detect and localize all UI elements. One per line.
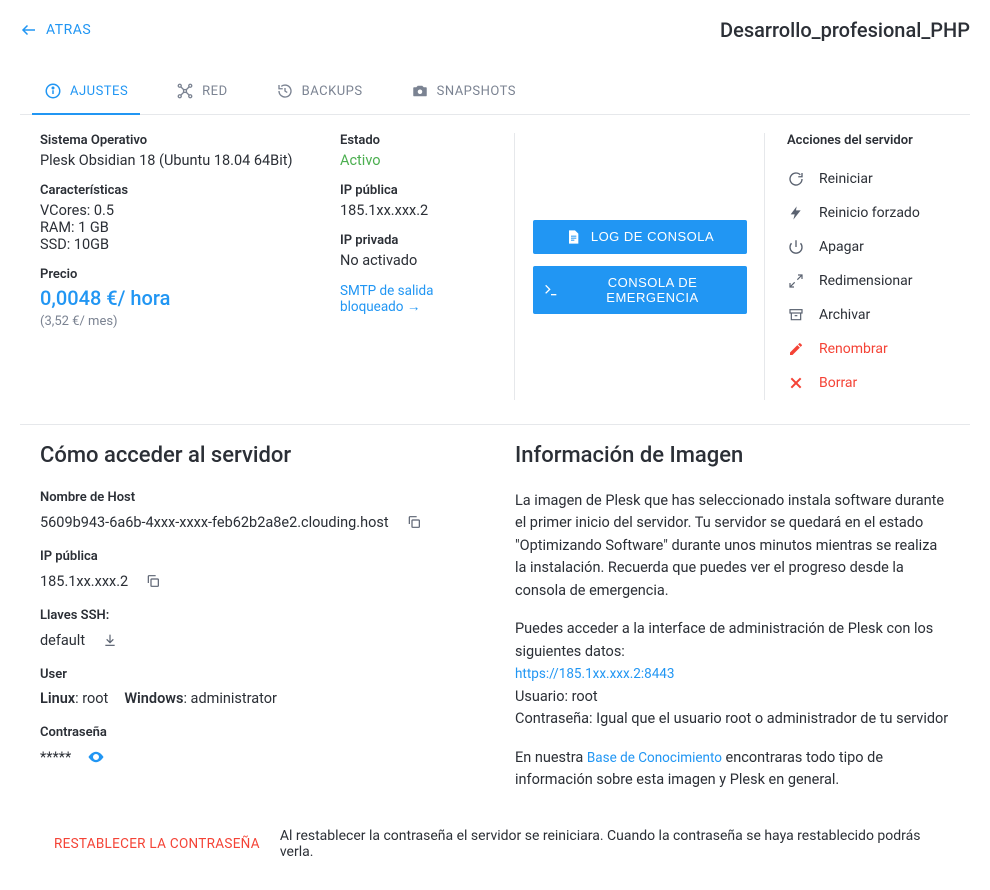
button-label: LOG DE CONSOLA (591, 229, 714, 244)
ssh-label: Llaves SSH: (40, 608, 475, 623)
refresh-icon (787, 170, 805, 188)
smtp-link[interactable]: SMTP de salida bloqueado → (340, 283, 494, 315)
action-resize[interactable]: Redimensionar (787, 264, 950, 298)
host-value: 5609b943-6a6b-4xxx-xxxx-feb62b2a8e2.clou… (40, 514, 389, 531)
os-label: Sistema Operativo (40, 133, 310, 148)
pencil-icon (787, 340, 805, 358)
emergency-console-button[interactable]: CONSOLA DE EMERGENCIA (533, 266, 747, 314)
action-label: Reiniciar (819, 171, 873, 187)
pwd-value: ***** (40, 749, 71, 766)
user-label: User (40, 667, 475, 682)
document-icon (565, 229, 581, 245)
tab-backups[interactable]: BACKUPS (272, 70, 367, 114)
reset-password-button[interactable]: RESTABLECER LA CONTRASEÑA (54, 836, 260, 852)
price-month: (3,52 €/ mes) (40, 314, 310, 329)
action-label: Archivar (819, 307, 870, 323)
tab-label: SNAPSHOTS (437, 84, 516, 99)
back-link[interactable]: ATRAS (20, 21, 91, 39)
bolt-icon (787, 204, 805, 222)
copy-icon[interactable] (144, 572, 162, 590)
action-restart[interactable]: Reiniciar (787, 162, 950, 196)
admin-pwd: Contraseña: Igual que el usuario root o … (515, 710, 948, 727)
camera-icon (411, 82, 429, 100)
actions-header: Acciones del servidor (787, 133, 950, 148)
page-title: Desarrollo_profesional_PHP (720, 18, 970, 42)
specs-vcores: VCores: 0.5 (40, 202, 310, 219)
action-label: Apagar (819, 239, 864, 255)
ssh-value: default (40, 632, 85, 649)
backup-icon (276, 82, 294, 100)
button-label: CONSOLA DE EMERGENCIA (569, 275, 737, 305)
tabs: AJUSTES RED BACKUPS SNAPSHOTS (20, 70, 970, 115)
specs-ssd: SSD: 10GB (40, 236, 310, 253)
ippub-value: 185.1xx.xxx.2 (340, 202, 494, 219)
action-archive[interactable]: Archivar (787, 298, 950, 332)
info-icon (44, 82, 62, 100)
download-icon[interactable] (101, 631, 119, 649)
action-label: Reinicio forzado (819, 205, 920, 221)
tab-label: RED (202, 84, 227, 99)
network-icon (176, 82, 194, 100)
pwd-label: Contraseña (40, 725, 475, 740)
state-label: Estado (340, 133, 494, 148)
terminal-icon (543, 282, 559, 298)
ippub-label: IP pública (340, 183, 494, 198)
action-delete[interactable]: Borrar (787, 366, 950, 400)
image-info-p1: La imagen de Plesk que has seleccionado … (515, 490, 950, 602)
kb-link[interactable]: Base de Conocimiento (587, 750, 722, 766)
access-ippub-value: 185.1xx.xxx.2 (40, 573, 128, 590)
os-value: Plesk Obsidian 18 (Ubuntu 18.04 64Bit) (40, 152, 310, 169)
action-force-restart[interactable]: Reinicio forzado (787, 196, 950, 230)
action-label: Renombrar (819, 341, 888, 357)
arrow-left-icon (20, 21, 38, 39)
user-values: Linux: root Windows: administrator (40, 690, 475, 707)
image-info-heading: Información de Imagen (515, 443, 950, 468)
power-icon (787, 238, 805, 256)
specs-ram: RAM: 1 GB (40, 219, 310, 236)
state-value: Activo (340, 152, 494, 169)
ippriv-label: IP privada (340, 233, 494, 248)
tab-label: BACKUPS (302, 84, 363, 99)
tab-network[interactable]: RED (172, 70, 231, 114)
tab-settings[interactable]: AJUSTES (40, 70, 132, 114)
copy-icon[interactable] (405, 513, 423, 531)
access-heading: Cómo acceder al servidor (40, 443, 475, 468)
admin-url-link[interactable]: https://185.1xx.xxx.2:8443 (515, 666, 674, 682)
image-info-p3: En nuestra Base de Conocimiento encontra… (515, 747, 950, 792)
tab-label: AJUSTES (70, 84, 128, 99)
price-value: 0,0048 €/ hora (40, 286, 310, 310)
admin-user: Usuario: root (515, 688, 598, 705)
ippriv-value: No activado (340, 252, 494, 269)
action-shutdown[interactable]: Apagar (787, 230, 950, 264)
action-rename[interactable]: Renombrar (787, 332, 950, 366)
action-label: Borrar (819, 375, 857, 391)
access-ippub-label: IP pública (40, 549, 475, 564)
reset-text: Al restablecer la contraseña el servidor… (280, 828, 936, 860)
host-label: Nombre de Host (40, 490, 475, 505)
specs-label: Características (40, 183, 310, 198)
tab-snapshots[interactable]: SNAPSHOTS (407, 70, 520, 114)
x-icon (787, 374, 805, 392)
image-info-p2: Puedes acceder a la interface de adminis… (515, 618, 950, 730)
back-label: ATRAS (46, 22, 91, 38)
expand-icon (787, 272, 805, 290)
action-label: Redimensionar (819, 273, 913, 289)
console-log-button[interactable]: LOG DE CONSOLA (533, 220, 747, 254)
eye-icon[interactable] (87, 748, 105, 766)
price-label: Precio (40, 267, 310, 282)
archive-icon (787, 306, 805, 324)
